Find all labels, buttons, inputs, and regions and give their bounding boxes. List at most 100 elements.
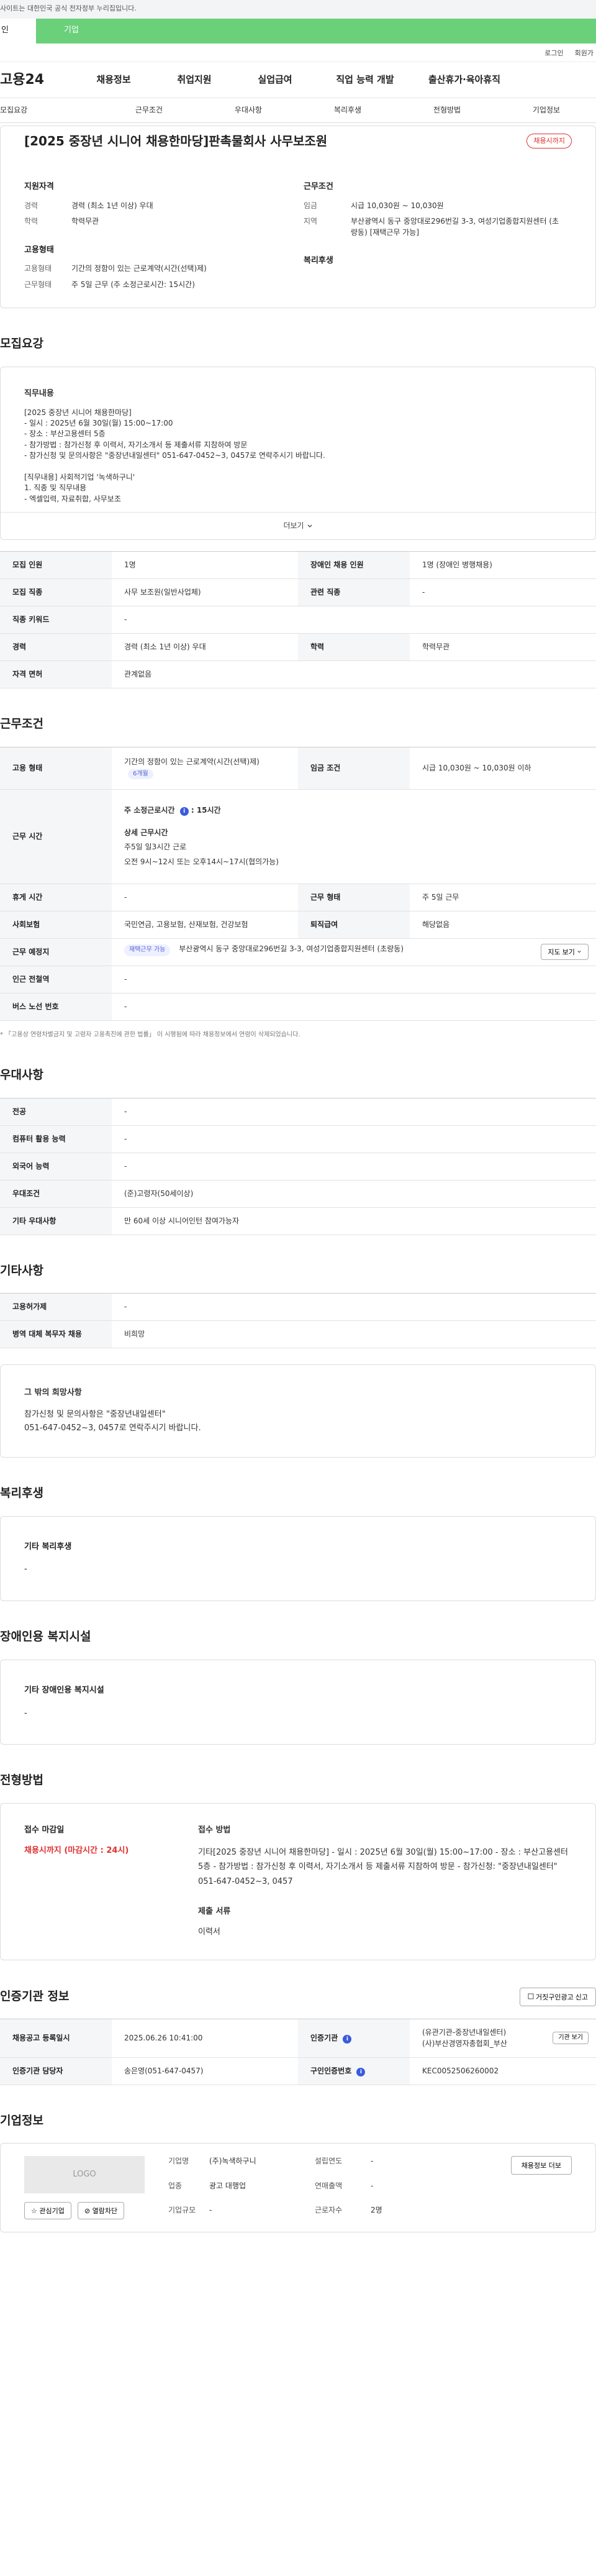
- table-value: -: [112, 884, 298, 911]
- company-value: -: [209, 2205, 212, 2214]
- table-value: 송은영(051-647-0457): [112, 2057, 298, 2085]
- block-label: 열람차단: [92, 2207, 118, 2216]
- place-value: 부산광역시 동구 중앙대로296번길 3-3, 여성기업종합지원센터 (초량동): [179, 944, 404, 954]
- table-row: 채용공고 등록일시 2025.06.26 10:41:00 인증기관 i (유관…: [0, 2019, 596, 2058]
- table-key: 퇴직급여: [298, 911, 410, 939]
- table-row: 인근 전철역 -: [0, 966, 596, 993]
- table-key: 자격 면허: [0, 660, 112, 689]
- info-icon[interactable]: i: [356, 2067, 366, 2076]
- login-link[interactable]: 로그인: [544, 48, 563, 62]
- cert-inst-value-1: (유관기관-중장년내일센터): [422, 2028, 507, 2037]
- table-value: -: [112, 1098, 596, 1126]
- docs-text: 이력서: [198, 1927, 220, 1937]
- tab-personal[interactable]: 인: [0, 19, 36, 43]
- qual-value: 학력무관: [71, 217, 99, 226]
- cond-key: 지역: [304, 217, 318, 226]
- condition-table: 고용 형태 기간의 정함이 있는 근로계약(시간(선택)제) 6개월 임금 조건…: [0, 746, 596, 1021]
- table-value: -: [410, 578, 596, 607]
- table-value: 사무 보조원(일반사업체): [112, 578, 298, 607]
- table-row: 버스 노선 번호 -: [0, 993, 596, 1021]
- table-key: 고용 형태: [0, 747, 112, 790]
- method-text: 기타[2025 중장년 시니어 채용한마당] - 일시 : 2025년 6월 3…: [198, 1847, 569, 1886]
- table-row: 자격 면허 관계없음: [0, 660, 596, 689]
- table-value: -: [112, 606, 596, 634]
- anchor-recruit[interactable]: 모집요강: [0, 105, 99, 116]
- more-label: 더보기: [283, 521, 304, 530]
- process-section-title: 전형방법: [0, 1773, 43, 1788]
- info-icon[interactable]: i: [343, 2034, 352, 2044]
- anchor-condition[interactable]: 근무조건: [99, 105, 199, 116]
- recruit-section-title: 모집요강: [0, 337, 43, 351]
- signup-link[interactable]: 회원가: [575, 48, 594, 62]
- table-key: 버스 노선 번호: [0, 993, 112, 1021]
- anchor-company[interactable]: 기업정보: [497, 105, 596, 116]
- etc-wish-heading: 그 밖의 희망사항: [24, 1388, 82, 1398]
- status-badge: 채용시까지: [526, 134, 572, 148]
- cond-heading: 근무조건: [304, 182, 333, 191]
- table-row: 외국어 능력 -: [0, 1153, 596, 1181]
- menu-training[interactable]: 직업 능력 개발: [315, 73, 415, 87]
- chevron-down-icon: [577, 951, 581, 953]
- report-button[interactable]: 거짓구인광고 신고: [519, 1987, 596, 2006]
- block-view-button[interactable]: ⊘ 열람차단: [77, 2202, 125, 2220]
- tab-company[interactable]: 기업: [36, 19, 596, 43]
- pref-table: 전공 - 컴퓨터 활용 능력 - 외국어 능력 - 우대조건 (준)고령자(50세이상)…: [0, 1097, 596, 1235]
- cond-value: 부산광역시 동구 중앙대로296번길 3-3, 여성기업종합지원센터 (초량동)…: [351, 217, 559, 237]
- emp-value: 기간의 정함이 있는 근로계약(시간(선택)제): [71, 264, 207, 273]
- view-institution-button[interactable]: 기관 보기: [553, 2032, 589, 2045]
- menu-parental-leave[interactable]: 출산휴가·육아휴직: [415, 73, 514, 87]
- star-icon: ☆: [31, 2207, 37, 2216]
- docs-heading: 제출 서류: [198, 1907, 231, 1917]
- menu-employment-support[interactable]: 취업지원: [154, 73, 235, 87]
- table-key: 휴게 시간: [0, 884, 112, 911]
- site-logo[interactable]: 고용24: [0, 70, 73, 90]
- table-key: 관련 직종: [298, 578, 410, 607]
- anchor-welfare[interactable]: 복리후생: [298, 105, 397, 116]
- table-value: -: [112, 1153, 596, 1181]
- info-icon[interactable]: i: [179, 807, 189, 816]
- period-badge: 6개월: [128, 769, 153, 780]
- table-key: 장애인 채용 인원: [298, 551, 410, 580]
- condition-section-title: 근무조건: [0, 717, 43, 731]
- map-button[interactable]: 지도 보기: [541, 944, 589, 961]
- welfare-heading: 복리후생: [304, 256, 333, 266]
- welfare-box-heading: 기타 복리후생: [24, 1541, 72, 1551]
- anchor-nav: 모집요강 근무조건 우대사항 복리후생 전형방법 기업정보: [0, 98, 596, 123]
- wage-value: 시급 10,030원 ~ 10,030원 이하: [410, 747, 596, 790]
- remote-badge: 재택근무 가능: [124, 944, 171, 956]
- deadline-heading: 접수 마감일: [24, 1825, 65, 1835]
- company-key: 기업명: [168, 2157, 189, 2166]
- table-key: 채용공고 등록일시: [0, 2019, 112, 2058]
- company-key: 업종: [168, 2181, 183, 2190]
- anchor-process[interactable]: 전형방법: [397, 105, 497, 116]
- method-heading: 접수 방법: [198, 1825, 231, 1835]
- table-value: 2025.06.26 10:41:00: [112, 2019, 298, 2058]
- etc-table: 고용허가제 - 병역 대체 복무자 채용 비희망: [0, 1293, 596, 1349]
- more-button[interactable]: 더보기: [1, 512, 595, 539]
- cert-no-key: 구인인증번호: [310, 2066, 352, 2075]
- anchor-preference[interactable]: 우대사항: [199, 105, 298, 116]
- table-value: 주 5일 근무: [410, 884, 596, 911]
- time-detail-2: 오전 9시~12시 또는 오후14시~17시(협의가능): [124, 857, 279, 866]
- menu-unemployment[interactable]: 실업급여: [235, 73, 315, 87]
- process-box: 접수 마감일 채용시까지 (마감시간 : 24시) 접수 방법 기타[2025 …: [0, 1803, 596, 1960]
- cert-inst-value-2: (사)부산경영자총협회_부산: [422, 2039, 507, 2048]
- etc-wish-text-2: 051-647-0452~3, 0457로 연락주시기 바랍니다.: [24, 1423, 201, 1433]
- table-key: 기타 우대사항: [0, 1207, 112, 1235]
- other-jobs-button[interactable]: 채용정보 더보: [510, 2156, 572, 2175]
- disabled-box-text: -: [24, 1708, 27, 1718]
- table-key: 직종 키워드: [0, 606, 112, 634]
- duty-box: 직무내용 [2025 중장년 시니어 채용한마당] - 일시 : 2025년 6…: [0, 366, 596, 541]
- table-value: 경력 (최소 1년 이상) 우대: [112, 633, 298, 662]
- table-key: 병역 대체 복무자 채용: [0, 1320, 112, 1349]
- table-key: 사회보험: [0, 911, 112, 939]
- favorite-company-button[interactable]: ☆ 관심기업: [24, 2202, 71, 2220]
- table-row: 인증기관 담당자 송은영(051-647-0457) 구인인증번호 i KEC0…: [0, 2057, 596, 2085]
- menu-jobs[interactable]: 채용정보: [73, 73, 154, 87]
- pref-section-title: 우대사항: [0, 1068, 43, 1082]
- table-row: 우대조건 (준)고령자(50세이상): [0, 1180, 596, 1208]
- company-value: -: [371, 2181, 374, 2190]
- weekly-hours-label: 주 소정근로시간: [124, 806, 175, 815]
- utility-links: 로그인 회원가: [0, 43, 596, 62]
- company-key: 연매출액: [315, 2181, 343, 2190]
